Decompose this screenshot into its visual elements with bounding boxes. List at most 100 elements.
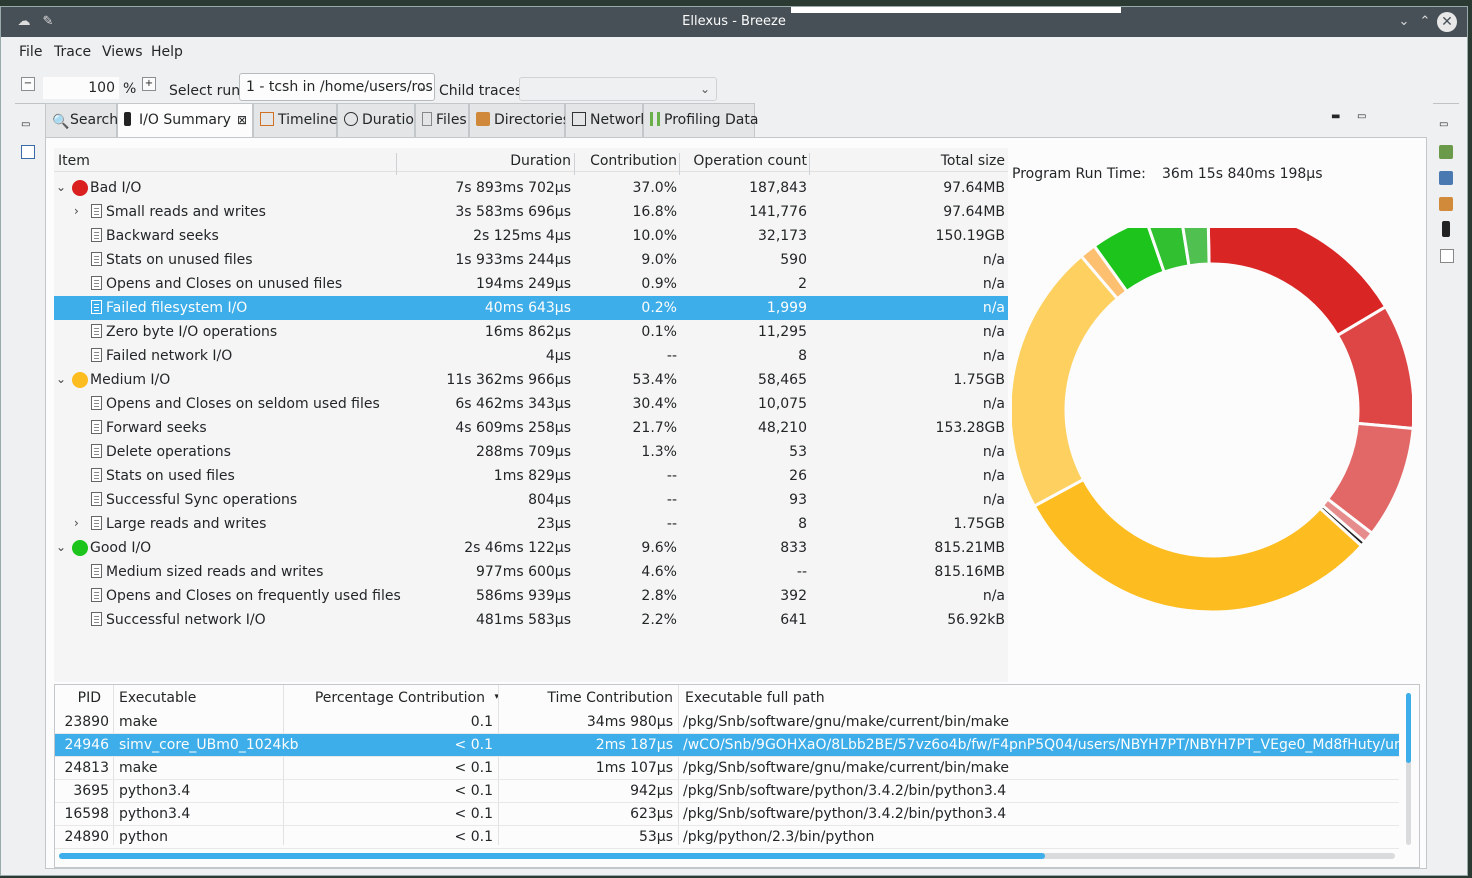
tree-row[interactable]: Backward seeks 2s 125ms 4µs 10.0% 32,173 150… xyxy=(54,224,1008,248)
tree-row[interactable]: Successful Sync operations 804µs -- 93 n/a xyxy=(54,488,1008,512)
header-item[interactable]: Item xyxy=(58,153,90,169)
donut-slice[interactable] xyxy=(1206,228,1388,338)
settings-icon[interactable] xyxy=(1439,197,1453,211)
tree-row[interactable]: Opens and Closes on unused files 194ms 24… xyxy=(54,272,1008,296)
network-icon xyxy=(572,112,586,126)
tree-row[interactable]: Stats on unused files 1s 933ms 244µs 9.0% 5… xyxy=(54,248,1008,272)
item-label: Successful network I/O xyxy=(106,612,266,628)
tree-row[interactable]: ⌄ Good I/O 2s 46ms 122µs 9.6% 833 815.21MB xyxy=(54,536,1008,560)
executable-cell: make xyxy=(119,760,158,776)
chevron-down-icon[interactable]: ⌄ xyxy=(56,540,66,554)
report-icon[interactable] xyxy=(1439,171,1453,185)
tab-directories[interactable]: Directories xyxy=(469,103,570,137)
header-time-contribution[interactable]: Time Contribution xyxy=(547,690,673,706)
tab-network[interactable]: Network xyxy=(565,103,648,137)
operation-count-cell: 48,210 xyxy=(758,420,807,436)
vertical-scrollbar[interactable] xyxy=(1406,693,1411,845)
column-separator[interactable] xyxy=(396,153,397,175)
tree-row[interactable]: Failed network I/O 4µs -- 8 n/a xyxy=(54,344,1008,368)
donut-slice[interactable] xyxy=(1032,477,1364,614)
total-size-cell: 150.19GB xyxy=(935,228,1005,244)
document-icon[interactable] xyxy=(1440,249,1454,263)
header-total-size[interactable]: Total size xyxy=(941,153,1005,169)
table-row[interactable]: 23890 make 0.1 34ms 980µs/pkg/Snb/software/… xyxy=(55,711,1399,734)
table-row[interactable]: 24813 make < 0.1 1ms 107µs/pkg/Snb/software… xyxy=(55,757,1399,780)
table-row[interactable]: 24946 simv_core_UBm0_1024kb < 0.1 2ms 187µs… xyxy=(55,734,1399,757)
minimize-panel-icon[interactable]: ▬ xyxy=(1331,111,1340,122)
tree-row[interactable]: › Large reads and writes 23µs -- 8 1.75GB xyxy=(54,512,1008,536)
header-percentage-contribution[interactable]: Percentage Contribution xyxy=(315,690,485,706)
donut-slice[interactable] xyxy=(1012,253,1120,509)
menu-help[interactable]: Help xyxy=(151,44,183,60)
traffic-light-icon[interactable] xyxy=(1442,221,1450,237)
header-duration[interactable]: Duration xyxy=(510,153,571,169)
export-icon[interactable] xyxy=(1439,145,1453,159)
column-separator[interactable] xyxy=(679,153,680,175)
item-label: Delete operations xyxy=(106,444,231,460)
tree-row[interactable]: Forward seeks 4s 609ms 258µs 21.7% 48,210 15… xyxy=(54,416,1008,440)
operation-count-cell: 833 xyxy=(780,540,807,556)
table-row[interactable]: 3695 python3.4 < 0.1 942µs/pkg/Snb/software… xyxy=(55,780,1399,803)
zoom-in-button[interactable]: + xyxy=(142,77,156,91)
scrollbar-thumb[interactable] xyxy=(1406,693,1411,763)
tab-io-summary[interactable]: I/O Summary ⊠ xyxy=(117,103,253,138)
chevron-down-icon[interactable]: ⌄ xyxy=(1395,13,1413,31)
header-pid[interactable]: PID xyxy=(78,690,101,706)
contribution-cell: -- xyxy=(666,348,677,364)
dock-float-icon[interactable]: ▭ xyxy=(21,119,35,133)
horizontal-scrollbar[interactable] xyxy=(59,853,1395,859)
child-traces-dropdown[interactable]: ⌄ xyxy=(519,77,717,101)
toolbar: − 100 % + Select run: 1 - tcsh in /home/… xyxy=(1,71,1467,103)
document-icon xyxy=(91,276,102,290)
traffic-light-icon xyxy=(124,112,131,126)
window-icon[interactable] xyxy=(21,145,35,159)
tree-row[interactable]: Successful network I/O 481ms 583µs 2.2% 641… xyxy=(54,608,1008,632)
restore-panel-icon[interactable]: ▭ xyxy=(1357,111,1366,122)
tree-row[interactable]: Zero byte I/O operations 16ms 862µs 0.1% 11… xyxy=(54,320,1008,344)
tree-row[interactable]: ⌄ Medium I/O 11s 362ms 966µs 53.4% 58,465 1.7… xyxy=(54,368,1008,392)
maximize-icon[interactable]: ⌃ xyxy=(1416,13,1434,31)
menu-file[interactable]: File xyxy=(19,44,42,60)
column-separator[interactable] xyxy=(574,153,575,175)
scrollbar-thumb[interactable] xyxy=(59,853,1045,859)
header-executable-path[interactable]: Executable full path xyxy=(685,690,825,706)
document-icon xyxy=(91,204,102,218)
tree-row[interactable]: Stats on used files 1ms 829µs -- 26 n/a xyxy=(54,464,1008,488)
tree-row[interactable]: Opens and Closes on frequently used file… xyxy=(54,584,1008,608)
close-icon[interactable]: ✕ xyxy=(1437,12,1457,32)
zoom-out-button[interactable]: − xyxy=(21,77,35,91)
executable-cell: python3.4 xyxy=(119,783,191,799)
tab-files[interactable]: Files xyxy=(415,103,469,137)
header-operation-count[interactable]: Operation count xyxy=(693,153,807,169)
chevron-down-icon[interactable]: ⌄ xyxy=(56,372,66,386)
column-separator[interactable] xyxy=(809,153,810,175)
select-run-dropdown[interactable]: 1 - tcsh in /home/users/ros ⌄ xyxy=(239,73,435,101)
header-contribution[interactable]: Contribution xyxy=(590,153,677,169)
tree-row[interactable]: › Small reads and writes 3s 583ms 696µs 16.… xyxy=(54,200,1008,224)
tree-row[interactable]: Opens and Closes on seldom used files 6s … xyxy=(54,392,1008,416)
chevron-down-icon: ⌄ xyxy=(699,82,710,96)
table-row[interactable]: 16598 python3.4 < 0.1 623µs/pkg/Snb/softwar… xyxy=(55,803,1399,826)
path-cell: /pkg/Snb/software/python/3.4.2/bin/pytho… xyxy=(683,806,1007,822)
menu-views[interactable]: Views xyxy=(102,44,143,60)
main-window: ☁ ✎ Ellexus - Breeze ⌄ ⌃ ✕ File Trace Vi… xyxy=(0,6,1468,876)
dock-float-icon[interactable]: ▭ xyxy=(1439,119,1453,133)
tab-timeline[interactable]: Timeline xyxy=(253,103,338,137)
tab-profiling-data[interactable]: Profiling Data xyxy=(643,103,758,137)
chevron-right-icon[interactable]: › xyxy=(74,204,79,218)
menu-trace[interactable]: Trace xyxy=(54,44,91,60)
zoom-input[interactable]: 100 xyxy=(43,77,119,99)
chevron-down-icon[interactable]: ⌄ xyxy=(56,180,66,194)
tab-search[interactable]: 🔍Search xyxy=(45,103,118,137)
operation-count-cell: 141,776 xyxy=(749,204,807,220)
table-row[interactable]: 24890 python < 0.1 53µs/pkg/python/2.3/bin/… xyxy=(55,826,1399,849)
tab-duration[interactable]: Duration xyxy=(337,103,423,137)
header-executable[interactable]: Executable xyxy=(119,690,196,706)
operation-count-cell: 8 xyxy=(798,348,807,364)
tree-row[interactable]: Medium sized reads and writes 977ms 600µs… xyxy=(54,560,1008,584)
chevron-right-icon[interactable]: › xyxy=(74,516,79,530)
tree-row[interactable]: ⌄ Bad I/O 7s 893ms 702µs 37.0% 187,843 97.64M… xyxy=(54,176,1008,200)
tree-row[interactable]: Delete operations 288ms 709µs 1.3% 53 n/a xyxy=(54,440,1008,464)
close-tab-icon[interactable]: ⊠ xyxy=(237,113,247,127)
tree-row[interactable]: Failed filesystem I/O 40ms 643µs 0.2% 1,999… xyxy=(54,296,1008,320)
